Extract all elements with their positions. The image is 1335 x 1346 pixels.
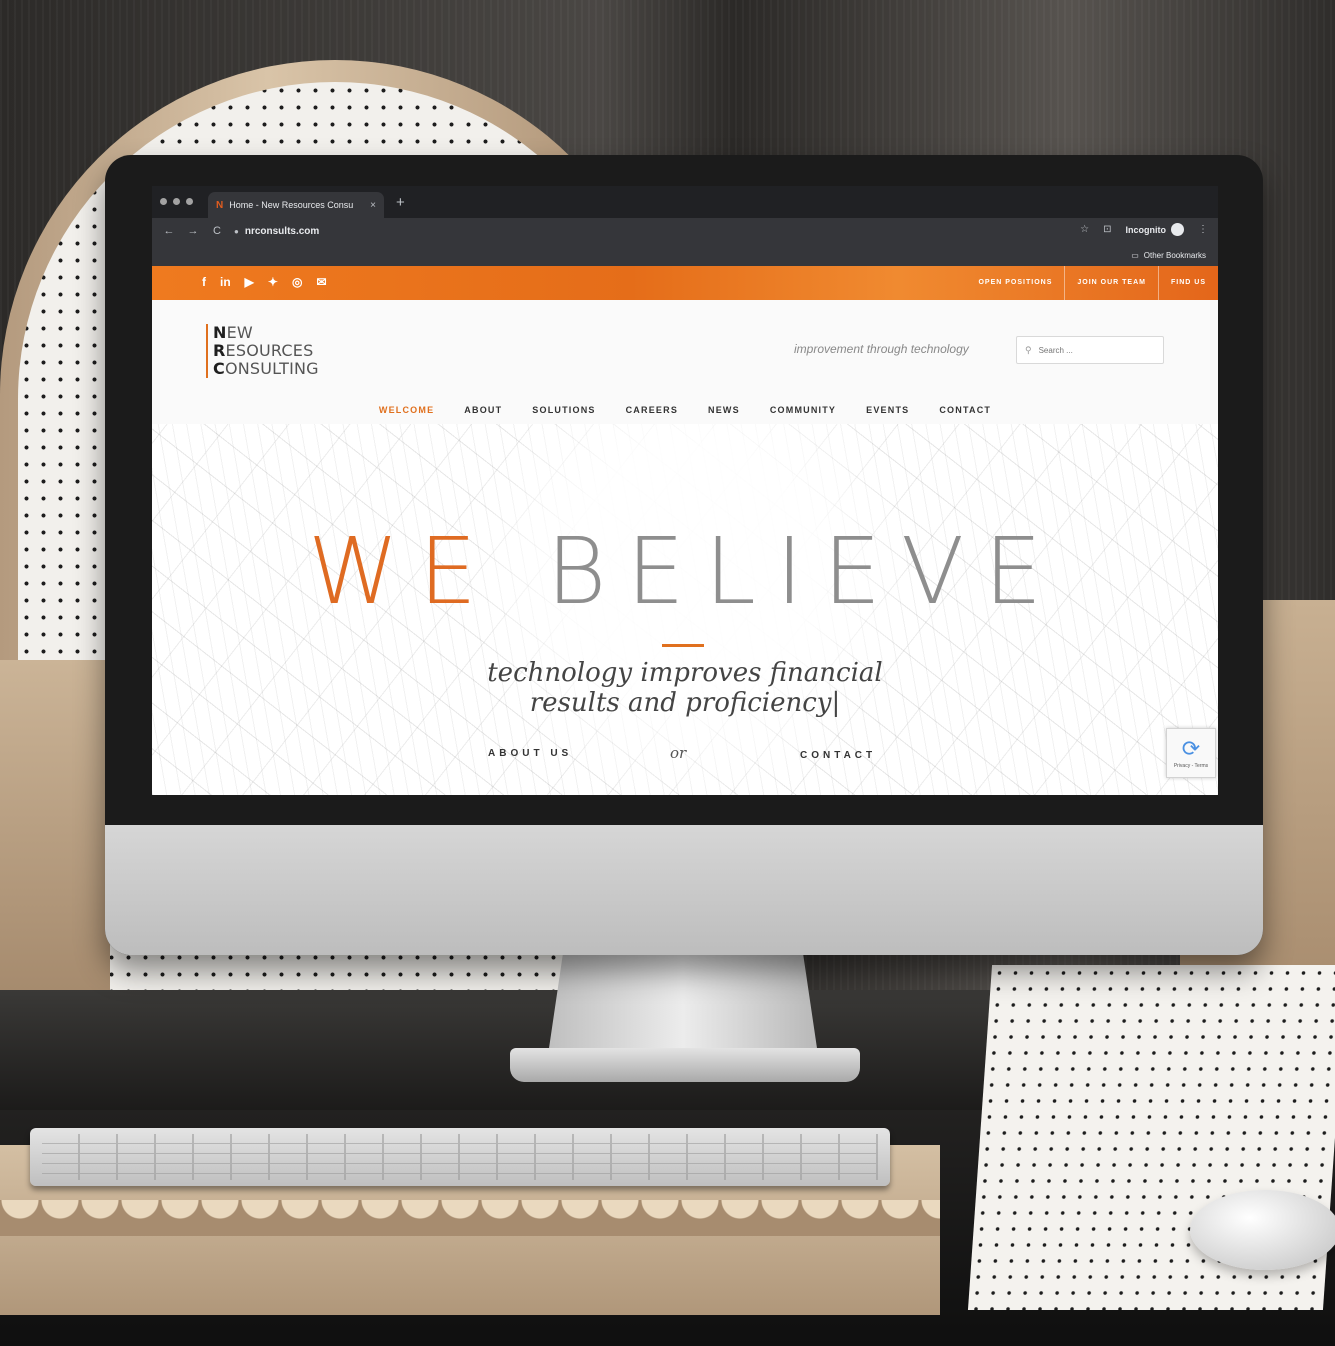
back-button[interactable]: ← bbox=[162, 225, 176, 237]
hero-cta-row: ABOUT US or CONTACT bbox=[152, 744, 1218, 768]
site-header: NEW RESOURCES CONSULTING improvement thr… bbox=[152, 300, 1218, 396]
lock-icon: ● bbox=[234, 226, 239, 236]
contact-button[interactable]: CONTACT bbox=[800, 750, 876, 761]
hero-title: WE BELIEVE bbox=[152, 522, 1218, 622]
minimize-window-button[interactable] bbox=[173, 198, 180, 205]
nav-contact[interactable]: CONTACT bbox=[939, 396, 991, 424]
cta-or-text: or bbox=[670, 744, 687, 762]
nav-careers[interactable]: CAREERS bbox=[626, 396, 678, 424]
imac-stand bbox=[548, 945, 818, 1055]
site-tagline: improvement through technology bbox=[794, 342, 969, 356]
nav-solutions[interactable]: SOLUTIONS bbox=[532, 396, 595, 424]
imac-screen: N Home - New Resources Consu × + ← → C ●… bbox=[152, 186, 1218, 795]
hero-title-believe: BELIEVE bbox=[546, 518, 1063, 625]
nav-about[interactable]: ABOUT bbox=[464, 396, 502, 424]
recaptcha-icon: ⟳ bbox=[1181, 736, 1201, 761]
main-nav: WELCOME ABOUT SOLUTIONS CAREERS NEWS COM… bbox=[152, 396, 1218, 427]
other-bookmarks-link[interactable]: Other Bookmarks bbox=[1144, 251, 1206, 260]
site-logo[interactable]: NEW RESOURCES CONSULTING bbox=[206, 324, 319, 378]
imac-stand-base bbox=[510, 1048, 860, 1082]
logo-initial-n: N bbox=[213, 323, 227, 342]
menu-icon[interactable]: ⋮ bbox=[1198, 224, 1208, 235]
site-top-bar: f in ▶ ✦ ◎ ✉ OPEN POSITIONS JOIN OUR TEA… bbox=[152, 266, 1218, 300]
bookmark-star-icon[interactable]: ☆ bbox=[1080, 224, 1089, 235]
photo-scene: N Home - New Resources Consu × + ← → C ●… bbox=[0, 0, 1335, 1346]
reload-button[interactable]: C bbox=[210, 225, 224, 237]
hero-subtitle-line2: results and proficiency| bbox=[529, 688, 841, 718]
address-bar-actions: ☆ ⊡ Incognito ⋮ bbox=[1080, 223, 1208, 236]
logo-line-consulting: ONSULTING bbox=[224, 359, 319, 378]
open-positions-link[interactable]: OPEN POSITIONS bbox=[966, 266, 1064, 300]
address-bar: ← → C ● nrconsults.com ☆ ⊡ Incognito ⋮ bbox=[152, 218, 1218, 244]
logo-line-new: EW bbox=[226, 323, 253, 342]
bookmarks-bar: ▭ Other Bookmarks bbox=[152, 244, 1218, 266]
twitter-icon[interactable]: ✦ bbox=[268, 275, 278, 289]
nav-welcome[interactable]: WELCOME bbox=[379, 396, 434, 427]
recaptcha-badge[interactable]: ⟳ Privacy - Terms bbox=[1166, 728, 1216, 778]
logo-initial-r: R bbox=[213, 341, 226, 360]
hero-subtitle-line1: technology improves financial bbox=[487, 658, 883, 688]
recaptcha-terms: Privacy - Terms bbox=[1173, 763, 1209, 769]
cast-icon[interactable]: ⊡ bbox=[1103, 224, 1111, 235]
tray-wave-edge bbox=[0, 1200, 940, 1236]
incognito-indicator[interactable]: Incognito bbox=[1125, 223, 1184, 236]
logo-line-resources: ESOURCES bbox=[225, 341, 314, 360]
imac-chin bbox=[105, 825, 1263, 955]
linkedin-icon[interactable]: in bbox=[220, 275, 231, 289]
find-us-link[interactable]: FIND US bbox=[1158, 266, 1218, 300]
close-window-button[interactable] bbox=[160, 198, 167, 205]
favicon-icon: N bbox=[216, 199, 224, 211]
keyboard-keys bbox=[42, 1134, 878, 1180]
hero-subtitle: technology improves financial results an… bbox=[152, 658, 1218, 718]
join-our-team-link[interactable]: JOIN OUR TEAM bbox=[1064, 266, 1158, 300]
incognito-icon bbox=[1171, 223, 1184, 236]
url-text: nrconsults.com bbox=[244, 225, 320, 237]
left-shelf bbox=[0, 660, 110, 990]
hero-section: WE BELIEVE technology improves financial… bbox=[152, 424, 1218, 795]
social-links: f in ▶ ✦ ◎ ✉ bbox=[202, 275, 327, 289]
email-icon[interactable]: ✉ bbox=[316, 275, 326, 289]
nav-community[interactable]: COMMUNITY bbox=[770, 396, 836, 424]
about-us-button[interactable]: ABOUT US bbox=[488, 748, 572, 759]
browser-tab[interactable]: N Home - New Resources Consu × bbox=[208, 192, 384, 218]
url-field[interactable]: ● nrconsults.com bbox=[234, 226, 319, 237]
search-icon: ⚲ bbox=[1025, 344, 1032, 355]
incognito-label: Incognito bbox=[1125, 224, 1167, 235]
search-box[interactable]: ⚲ bbox=[1016, 336, 1164, 364]
facebook-icon[interactable]: f bbox=[202, 275, 206, 289]
logo-initial-c: C bbox=[213, 359, 225, 378]
browser-tab-bar: N Home - New Resources Consu × + bbox=[152, 186, 1218, 218]
instagram-icon[interactable]: ◎ bbox=[292, 275, 302, 289]
window-controls bbox=[160, 198, 193, 205]
close-tab-icon[interactable]: × bbox=[370, 200, 376, 211]
youtube-icon[interactable]: ▶ bbox=[245, 275, 254, 289]
tab-title: Home - New Resources Consu bbox=[229, 200, 354, 210]
hero-divider bbox=[662, 644, 704, 647]
folder-icon: ▭ bbox=[1131, 250, 1139, 260]
nav-events[interactable]: EVENTS bbox=[866, 396, 909, 424]
maximize-window-button[interactable] bbox=[186, 198, 193, 205]
top-links: OPEN POSITIONS JOIN OUR TEAM FIND US bbox=[966, 266, 1218, 300]
new-tab-button[interactable]: + bbox=[396, 194, 405, 211]
forward-button[interactable]: → bbox=[186, 225, 200, 237]
nav-news[interactable]: NEWS bbox=[708, 396, 740, 424]
search-input[interactable] bbox=[1038, 345, 1139, 355]
hero-title-we: WE bbox=[307, 518, 497, 625]
mouse bbox=[1190, 1190, 1335, 1270]
